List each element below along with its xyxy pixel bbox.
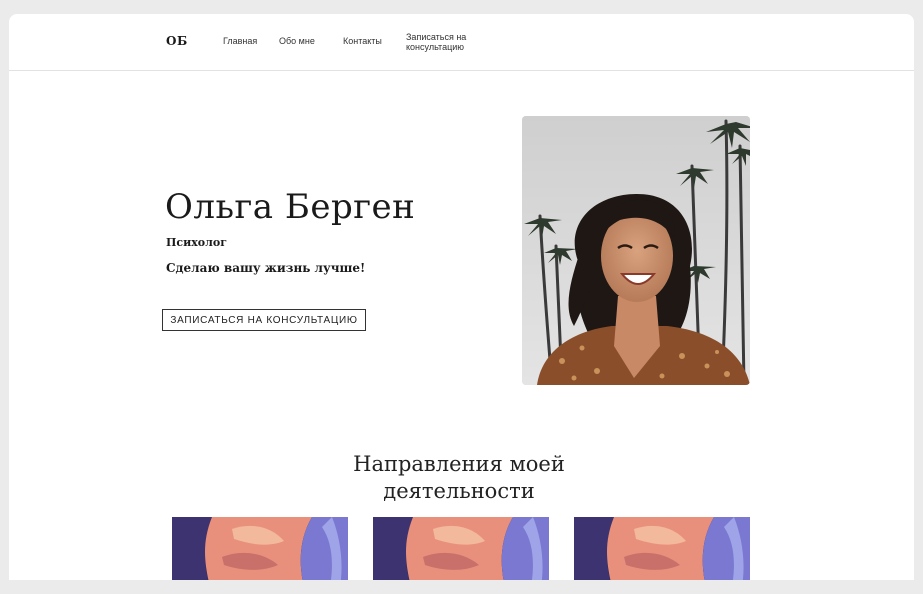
book-consultation-button[interactable]: ЗАПИСАТЬСЯ НА КОНСУЛЬТАЦИЮ xyxy=(162,309,366,331)
service-card[interactable] xyxy=(574,517,750,580)
hero-tagline: Сделаю вашу жизнь лучше! xyxy=(166,261,366,275)
nav-link-contacts[interactable]: Контакты xyxy=(343,36,382,46)
nav-link-about[interactable]: Обо мне xyxy=(279,36,315,46)
site-logo[interactable]: ОБ xyxy=(166,34,188,48)
hero-portrait-photo xyxy=(522,116,750,385)
site-header: ОБ Главная Обо мне Контакты Записаться н… xyxy=(9,14,914,71)
page: ОБ Главная Обо мне Контакты Записаться н… xyxy=(9,14,914,580)
hero-role: Психолог xyxy=(166,236,227,249)
service-card[interactable] xyxy=(373,517,549,580)
services-section-title: Направления моей деятельности xyxy=(309,451,609,505)
hero-name: Ольга Берген xyxy=(165,187,416,227)
nav-link-booking[interactable]: Записаться на консультацию xyxy=(406,32,486,52)
services-title-line1: Направления моей xyxy=(353,452,565,476)
services-title-line2: деятельности xyxy=(383,479,535,503)
nav-link-home[interactable]: Главная xyxy=(223,36,257,46)
service-card[interactable] xyxy=(172,517,348,580)
